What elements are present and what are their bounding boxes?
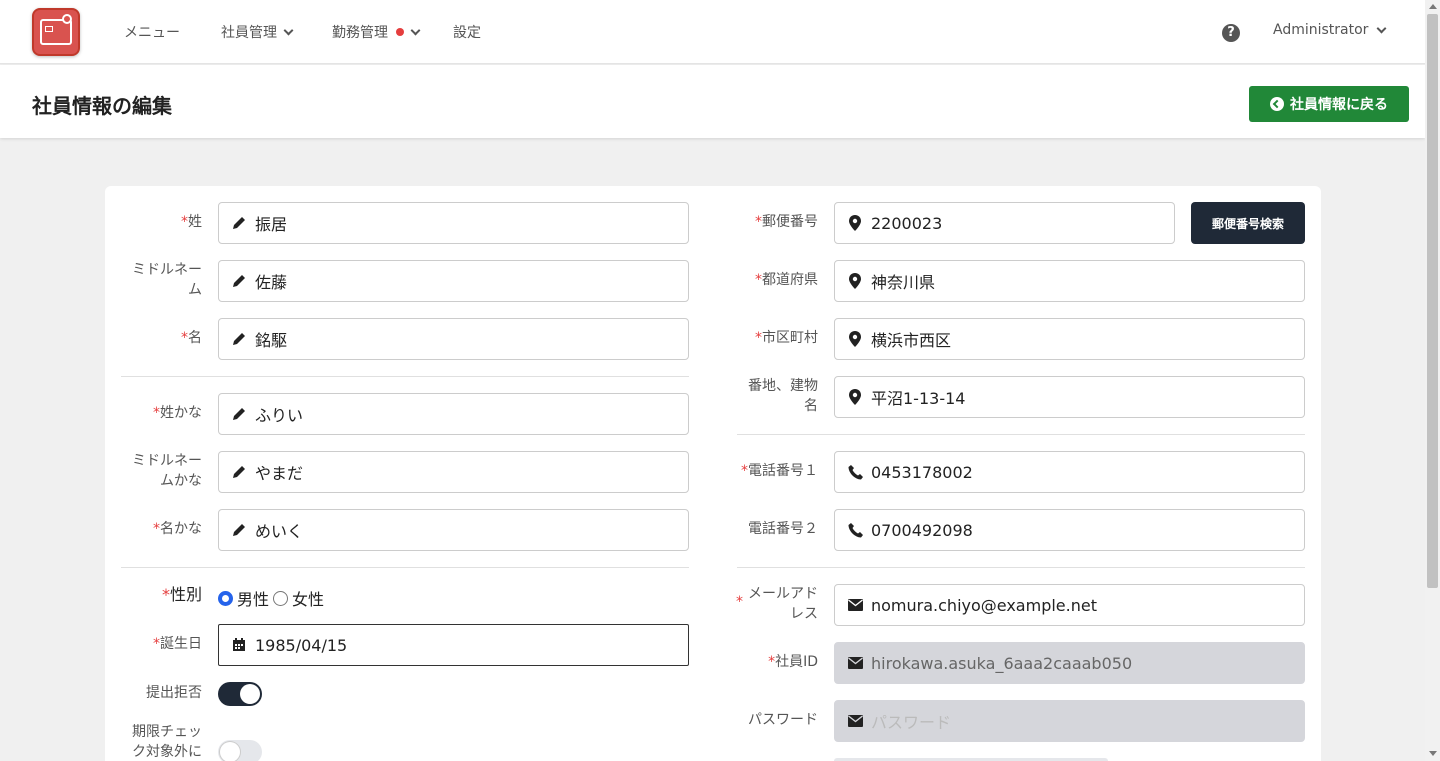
phone-icon [847,464,863,480]
chevron-down-icon [410,25,421,35]
pencil-icon [231,331,247,347]
deadline-exclude-label: 期限チェック対象外に [132,724,202,760]
password-label: パスワード [748,712,818,728]
chevron-down-icon [283,25,294,35]
pencil-icon [231,522,247,538]
deadline-exclude-toggle[interactable] [218,740,262,761]
employee-id-label: *社員ID [768,654,818,670]
first-name-kana-field[interactable]: めいく [218,509,689,551]
pencil-icon [231,273,247,289]
address-field[interactable]: 平沼1-13-14 [834,376,1305,418]
middle-name-kana-field[interactable]: やまだ [218,451,689,493]
gender-radio-group: 男性 女性 [218,586,324,610]
envelope-icon [847,655,863,671]
page-header: 社員情報の編集 社員情報に戻る [0,65,1425,138]
prefecture-label: *都道府県 [755,272,818,288]
map-pin-icon [847,273,863,289]
divider [121,567,689,568]
postal-search-button[interactable]: 郵便番号検索 [1191,202,1305,244]
last-name-field[interactable]: 振居 [218,202,689,244]
divider [121,376,689,377]
scroll-down-icon[interactable] [1429,751,1437,756]
scrollbar[interactable] [1425,0,1440,761]
app-logo[interactable] [32,8,80,56]
last-name-label: *姓 [181,214,202,230]
pencil-icon [231,406,247,422]
calendar-icon [231,637,247,653]
map-pin-icon [847,331,863,347]
city-field[interactable]: 横浜市西区 [834,318,1305,360]
user-menu[interactable]: Administrator [1273,22,1387,38]
divider [737,434,1305,435]
employee-id-field: hirokawa.asuka_6aaa2caaab050 [834,642,1305,684]
gender-male-radio[interactable] [218,590,233,606]
map-pin-icon [847,389,863,405]
phone2-field[interactable]: 0700492098 [834,509,1305,551]
password-field[interactable]: パスワード [834,700,1305,742]
page-title: 社員情報の編集 [32,94,172,118]
required-mark: * [736,594,743,610]
back-to-employee-button[interactable]: 社員情報に戻る [1249,86,1409,122]
map-pin-icon [847,215,863,231]
help-icon[interactable]: ? [1222,24,1240,42]
first-name-label: *名 [181,330,202,346]
arrow-left-circle-icon [1270,97,1284,111]
address-label: 番地、建物名 [748,378,818,414]
prefecture-field[interactable]: 神奈川県 [834,260,1305,302]
nav-settings[interactable]: 設定 [453,22,481,42]
postal-code-label: *郵便番号 [755,214,818,230]
nav-employee-management[interactable]: 社員管理 [221,22,294,42]
refuse-submit-toggle[interactable] [218,682,262,706]
phone1-label: *電話番号１ [741,463,818,479]
pencil-icon [231,215,247,231]
nav-menu[interactable]: メニュー [124,22,180,42]
top-nav: メニュー 社員管理 勤務管理 設定 ? Administrator [0,0,1425,64]
refuse-submit-label: 提出拒否 [146,685,202,701]
scroll-up-icon[interactable] [1429,4,1437,9]
last-name-kana-label: *姓かな [153,405,202,421]
gender-female-radio[interactable] [273,590,289,606]
scroll-thumb[interactable] [1427,14,1438,588]
divider [737,567,1305,568]
first-name-field[interactable]: 銘駆 [218,318,689,360]
nav-attendance-management[interactable]: 勤務管理 [332,22,421,42]
city-label: *市区町村 [755,330,818,346]
chevron-down-icon [1376,23,1387,33]
phone1-field[interactable]: 0453178002 [834,451,1305,493]
postal-code-field[interactable]: 2200023 [834,202,1175,244]
envelope-icon [847,597,863,613]
gender-label: *性別 [161,585,202,604]
pencil-icon [231,464,247,480]
middle-name-label: ミドルネーム [132,262,202,298]
middle-name-kana-label: ミドルネームかな [132,453,202,489]
email-field[interactable]: nomura.chiyo@example.net [834,584,1305,626]
first-name-kana-label: *名かな [153,521,202,537]
email-label: メールアドレス [748,586,818,622]
phone-icon [847,522,863,538]
notification-dot [396,28,404,36]
envelope-icon [847,713,863,729]
last-name-kana-field[interactable]: ふりい [218,393,689,435]
birthday-field[interactable]: 1985/04/15 [218,624,689,666]
phone2-label: 電話番号２ [748,521,818,537]
middle-name-field[interactable]: 佐藤 [218,260,689,302]
birthday-label: *誕生日 [153,636,202,652]
